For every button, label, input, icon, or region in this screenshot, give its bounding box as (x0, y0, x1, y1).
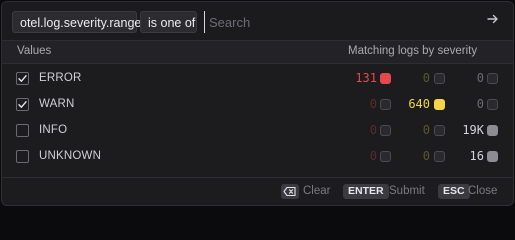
other-count: 16 (469, 149, 484, 163)
esc-key: ESC (438, 184, 470, 199)
checkbox-checked[interactable] (16, 72, 29, 85)
value-label: WARN (39, 98, 75, 110)
checkmark-icon (18, 75, 27, 82)
warn-count: 0 (422, 71, 430, 85)
error-count: 131 (355, 71, 377, 85)
backspace-icon (281, 184, 299, 199)
warn-count: 0 (422, 149, 430, 163)
close-button[interactable]: Close (468, 185, 497, 197)
matching-column-header: Matching logs by severity (348, 45, 478, 57)
warn-count: 640 (408, 97, 430, 111)
value-label: ERROR (39, 72, 82, 84)
arrow-right-icon[interactable] (484, 12, 502, 30)
value-label: UNKNOWN (39, 150, 102, 162)
values-column-header: Values (17, 45, 52, 57)
filter-bar: otel.log.severity.range is one of (2, 2, 513, 40)
backspace-icon-glyph (283, 186, 296, 197)
footer: Clear ENTER Submit ESC Close (2, 178, 513, 205)
search-input[interactable] (204, 11, 483, 33)
operator-chip[interactable]: is one of (140, 11, 197, 33)
error-count: 0 (369, 123, 377, 137)
checkbox-unchecked[interactable] (16, 150, 29, 163)
other-count: 19K (462, 123, 484, 137)
error-count: 0 (369, 97, 377, 111)
submit-button[interactable]: Submit (389, 185, 425, 197)
value-label: INFO (39, 124, 68, 136)
error-count: 0 (369, 149, 377, 163)
checkbox-checked[interactable] (16, 98, 29, 111)
table-row[interactable]: UNKNOWN 0 0 16 (2, 144, 513, 170)
other-severity-swatch (487, 151, 498, 162)
checkmark-icon (18, 101, 27, 108)
arrow-right-icon-glyph (487, 14, 498, 24)
table-header: Values Matching logs by severity (2, 41, 513, 63)
warn-count: 0 (422, 123, 430, 137)
enter-key: ENTER (343, 184, 389, 199)
filter-popover: otel.log.severity.range is one of Values… (1, 1, 514, 206)
other-count: 0 (476, 97, 484, 111)
other-severity-swatch (487, 125, 498, 136)
table-row[interactable]: WARN 0 640 0 (2, 92, 513, 118)
other-severity-swatch (487, 99, 498, 110)
clear-button[interactable]: Clear (303, 185, 330, 197)
other-count: 0 (476, 71, 484, 85)
attribute-key-chip[interactable]: otel.log.severity.range (12, 11, 141, 33)
divider (2, 63, 513, 64)
checkbox-unchecked[interactable] (16, 124, 29, 137)
table-row[interactable]: ERROR 131 0 0 (2, 66, 513, 92)
table-row[interactable]: INFO 0 0 19K (2, 118, 513, 144)
other-severity-swatch (487, 73, 498, 84)
